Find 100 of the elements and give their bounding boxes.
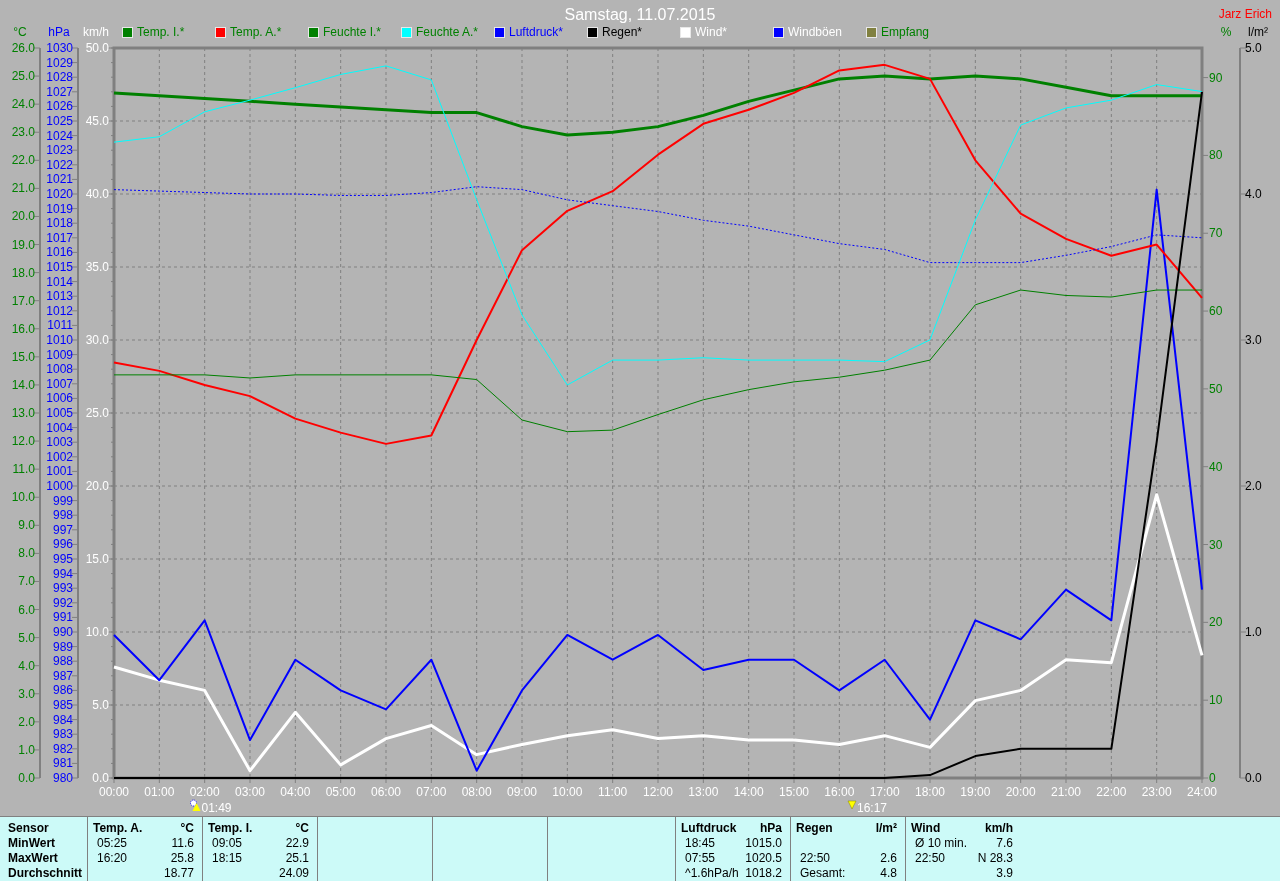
axis-tick-label: 1004 (46, 420, 73, 435)
axis-tick-label: 5.0 (1245, 41, 1262, 55)
axis-tick-label: 0.0 (18, 771, 35, 785)
legend-label: Empfang (881, 24, 930, 41)
unit-label: °C (295, 821, 309, 836)
marker-label: 16:17 (857, 801, 888, 815)
axis-tick-label: 30 (1209, 537, 1223, 552)
table-cell: 18.77 (163, 866, 194, 881)
axis-tick-label: 26.0 (11, 41, 35, 55)
x-tick-label: 10:00 (552, 785, 583, 799)
x-tick-label: 20:00 (1005, 785, 1036, 799)
axis-tick-label: 20.0 (85, 479, 109, 493)
axis-tick-label: 1016 (46, 245, 73, 260)
sun-icon (190, 799, 201, 811)
axis-tick-label: 1003 (46, 435, 73, 450)
axis-tick-label: 40.0 (85, 187, 109, 201)
axis-tick-label: 50.0 (85, 41, 109, 55)
table-cell: 7.6 (996, 836, 1013, 851)
axis-tick-label: 45.0 (85, 114, 109, 128)
axis-tick-label: 988 (52, 654, 73, 669)
axis-tick-label: 0.0 (1245, 771, 1262, 785)
axis-tick-label: 980 (52, 771, 73, 785)
x-tick-label: 03:00 (235, 785, 265, 799)
legend-label: Regen* (602, 24, 643, 41)
table-cell: 11.6 (171, 836, 194, 851)
table-cell: 4.8 (880, 866, 897, 881)
table-cell: 24.09 (278, 866, 309, 881)
axis-tick-label: 8.0 (18, 546, 35, 561)
axis-tick-label: 1022 (46, 157, 73, 172)
table-cell-text: Ø 10 min. (914, 836, 968, 851)
row-label: MinWert (8, 836, 57, 851)
x-tick-label: 22:00 (1096, 785, 1127, 799)
column-heading: Regen (796, 821, 833, 836)
axis-tick-label: 5.0 (18, 630, 35, 645)
axis-tick-label: 17.0 (11, 293, 35, 308)
table-cell-text: ^1.6hPa/h (684, 866, 739, 881)
axis-tick-label: 1009 (46, 347, 73, 362)
axis-tick-label: 1025 (46, 114, 73, 128)
axis-tick-label: 7.0 (18, 574, 35, 589)
x-tick-label: 13:00 (688, 785, 719, 799)
table-cell-text: 22:50 (799, 851, 831, 866)
axis-tick-label: 90 (1209, 70, 1223, 85)
axis-tick-label: 1000 (46, 479, 73, 493)
user-name: Jarz Erich (1218, 6, 1272, 23)
x-tick-label: 24:00 (1187, 785, 1217, 799)
axis-tick-label: 1021 (46, 172, 73, 187)
axis-tick-label: 1024 (46, 128, 73, 143)
axis-tick-label: 22.0 (11, 153, 35, 168)
axis-tick-label: 10.0 (85, 625, 109, 639)
axis-unit: km/h (82, 24, 110, 41)
axis-tick-label: 990 (52, 625, 73, 639)
table-cell-text: Gesamt: (799, 866, 846, 881)
x-tick-label: 21:00 (1051, 785, 1081, 799)
table-cell: 25.1 (285, 851, 309, 866)
axis-tick-label: 1007 (46, 376, 73, 391)
column-heading: Temp. I. (208, 821, 253, 836)
legend-label: Luftdruck* (509, 24, 564, 41)
table-cell-text: 18:45 (684, 836, 716, 851)
axis-tick-label: 6.0 (18, 602, 35, 617)
table-cell: 22.9 (285, 836, 309, 851)
axis-tick-label: 989 (52, 639, 73, 654)
axis-tick-label: 1030 (46, 41, 73, 55)
axis-tick-label: 1.0 (1245, 625, 1262, 639)
axis-tick-label: 25.0 (85, 406, 109, 420)
table-cell-text: 18:15 (211, 851, 243, 866)
axis-tick-label: 1015 (46, 260, 73, 274)
axis-tick-label: 5.0 (92, 698, 109, 712)
axis-tick-label: 3.0 (18, 686, 35, 701)
axis-tick-label: 982 (52, 741, 73, 756)
x-tick-label: 17:00 (869, 785, 900, 799)
axis-tick-label: 70 (1209, 226, 1223, 241)
x-tick-label: 19:00 (960, 785, 991, 799)
axis-tick-label: 40 (1209, 459, 1223, 474)
x-tick-label: 11:00 (598, 785, 628, 799)
table-cell: 2.6 (880, 851, 897, 866)
table-cell-text: 22:50 (914, 851, 946, 866)
axis-unit: % (1219, 24, 1233, 41)
axis-tick-label: 981 (52, 756, 73, 771)
legend-label: Windböen (788, 24, 843, 41)
x-tick-label: 18:00 (915, 785, 945, 799)
axis-tick-label: 1026 (46, 99, 73, 114)
table-cell-text: 09:05 (211, 836, 243, 851)
axis-tick-label: 1027 (46, 84, 73, 99)
axis-tick-label: 1005 (46, 406, 73, 420)
axis-tick-label: 14.0 (11, 377, 35, 392)
axis-tick-label: 13.0 (11, 406, 35, 420)
axis-tick-label: 1010 (46, 333, 73, 347)
legend-label: Feuchte I.* (323, 24, 382, 41)
axis-tick-label: 20 (1209, 615, 1223, 630)
axis-tick-label: 986 (52, 683, 73, 698)
marker-label: 01:49 (201, 801, 232, 815)
table-cell-text: 16:20 (96, 851, 128, 866)
axis-tick-label: 4.0 (1245, 187, 1262, 201)
axis-tick-label: 1001 (46, 464, 73, 479)
axis-tick-label: 60 (1209, 304, 1223, 319)
axis-tick-label: 985 (52, 698, 73, 712)
axis-tick-label: 1019 (46, 201, 73, 216)
x-tick-label: 01:00 (144, 785, 175, 799)
axis-tick-label: 1002 (46, 449, 73, 464)
row-label: MaxWert (8, 851, 59, 866)
